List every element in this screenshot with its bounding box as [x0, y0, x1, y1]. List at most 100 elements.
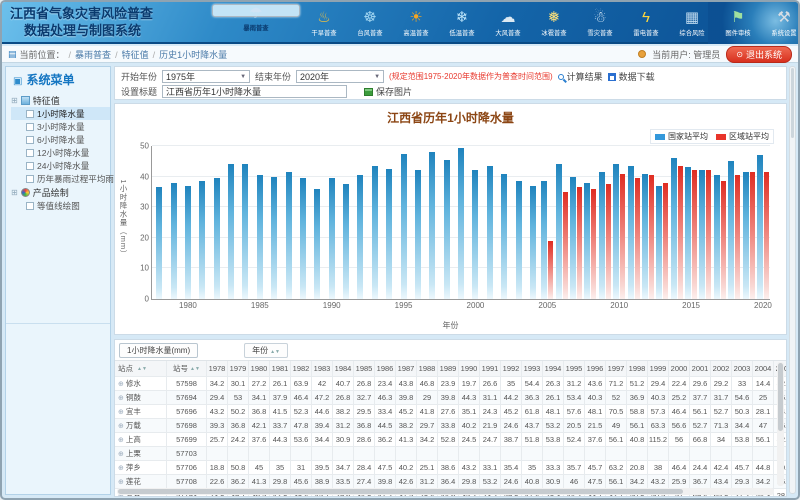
calc-result-button[interactable]: 计算结果	[558, 70, 603, 83]
station-cell[interactable]: ⊕万载	[115, 419, 167, 432]
column-header-year[interactable]: 1999	[648, 361, 669, 376]
breadcrumb-item[interactable]: 暴雨普查	[75, 50, 111, 60]
column-header-year[interactable]: 1983	[312, 361, 333, 376]
toolbar-item-hot[interactable]: ☀高温普查	[394, 4, 438, 42]
expand-icon[interactable]: ⊕	[118, 436, 124, 444]
column-header-year[interactable]: 2002	[711, 361, 732, 376]
tree-item[interactable]: 6小时降水量	[11, 133, 110, 146]
tree-toggle-icon[interactable]: ⊞	[11, 96, 18, 105]
bar-group-2011[interactable]	[626, 146, 640, 299]
bar-group-1996[interactable]	[411, 146, 425, 299]
bar-group-2012[interactable]	[641, 146, 655, 299]
bar-group-2020[interactable]: 2020	[756, 146, 770, 299]
toolbar-item-hail[interactable]: ❅冰雹普查	[532, 4, 576, 42]
expand-icon[interactable]: ⊕	[118, 380, 124, 388]
bar-group-1987[interactable]	[281, 146, 295, 299]
save-image-button[interactable]: 保存图片	[364, 85, 412, 98]
bar-group-2000[interactable]: 2000	[468, 146, 482, 299]
bar-group-1989[interactable]	[310, 146, 324, 299]
expand-icon[interactable]: ⊕	[118, 394, 124, 402]
table-vertical-scrollbar[interactable]	[777, 362, 784, 486]
station-cell[interactable]: ⊕宜丰	[115, 405, 167, 418]
bar-group-1980[interactable]: 1980	[181, 146, 195, 299]
tree-item[interactable]: 1小时降水量	[11, 107, 110, 120]
bar-group-2005[interactable]: 2005	[540, 146, 554, 299]
tree-item[interactable]: 12小时降水量	[11, 146, 110, 159]
column-header-year[interactable]: 1998	[627, 361, 648, 376]
column-header-year[interactable]: 1981	[270, 361, 291, 376]
start-year-select[interactable]: 1975年▼	[162, 70, 250, 83]
bar-group-2007[interactable]	[569, 146, 583, 299]
column-header-year[interactable]: 1980	[249, 361, 270, 376]
tree-item[interactable]: 历年暴雨过程平均雨量	[11, 172, 110, 185]
bar-group-1999[interactable]	[454, 146, 468, 299]
column-header-year[interactable]: 1994	[543, 361, 564, 376]
toolbar-item-lightning[interactable]: ϟ雷电普查	[624, 4, 668, 42]
column-header-station-id[interactable]: 站号▲▼	[167, 361, 207, 376]
column-header-year[interactable]: 1985	[354, 361, 375, 376]
toolbar-item-map[interactable]: ⚑图件审核	[716, 4, 760, 42]
bar-group-1986[interactable]	[267, 146, 281, 299]
column-header-year[interactable]: 1982	[291, 361, 312, 376]
bar-group-2016[interactable]	[698, 146, 712, 299]
column-header-year[interactable]: 2000	[669, 361, 690, 376]
expand-icon[interactable]: ⊕	[118, 478, 124, 486]
column-header-year[interactable]: 1984	[333, 361, 354, 376]
expand-icon[interactable]: ⊕	[118, 408, 124, 416]
bar-group-1998[interactable]	[440, 146, 454, 299]
tree-item[interactable]: 24小时降水量	[11, 159, 110, 172]
column-header-year[interactable]: 2003	[732, 361, 753, 376]
expand-icon[interactable]: ⊕	[118, 422, 124, 430]
toolbar-item-snow[interactable]: ☃雪灾普查	[578, 4, 622, 42]
tree-item[interactable]: 等值线绘图	[11, 199, 110, 212]
column-header-year[interactable]: 1991	[480, 361, 501, 376]
toolbar-item-typhoon[interactable]: ☸台风普查	[348, 4, 392, 42]
tree-group-产品绘制[interactable]: ⊞产品绘制	[11, 185, 110, 199]
data-download-button[interactable]: 数据下载	[608, 70, 655, 83]
bar-group-2013[interactable]	[655, 146, 669, 299]
bar-group-1993[interactable]	[368, 146, 382, 299]
expand-icon[interactable]: ⊕	[118, 464, 124, 472]
bar-group-1990[interactable]: 1990	[325, 146, 339, 299]
bar-group-2003[interactable]	[511, 146, 525, 299]
toolbar-item-rain[interactable]: ☂暴雨普查	[212, 4, 300, 17]
chart-legend[interactable]: 国家站平均区域站平均	[650, 129, 774, 144]
bar-group-1988[interactable]	[296, 146, 310, 299]
bar-group-1992[interactable]	[353, 146, 367, 299]
bar-group-1983[interactable]	[224, 146, 238, 299]
column-header-station[interactable]: 站点▲▼	[115, 361, 167, 376]
column-header-year[interactable]: 1986	[375, 361, 396, 376]
breadcrumb-item[interactable]: 历史1小时降水量	[159, 50, 227, 60]
toolbar-item-cold[interactable]: ❄低温普查	[440, 4, 484, 42]
station-cell[interactable]: ⊕铜鼓	[115, 391, 167, 404]
legend-item[interactable]: 区域站平均	[716, 131, 769, 142]
station-cell[interactable]: ⊕莲花	[115, 475, 167, 488]
bar-group-2015[interactable]: 2015	[684, 146, 698, 299]
main-vertical-scrollbar[interactable]	[789, 66, 796, 494]
bar-group-1995[interactable]: 1995	[396, 146, 410, 299]
tree-item[interactable]: 3小时降水量	[11, 120, 110, 133]
station-cell[interactable]: ⊕修水	[115, 377, 167, 390]
column-header-year[interactable]: 1997	[606, 361, 627, 376]
bar-group-1984[interactable]	[238, 146, 252, 299]
expand-icon[interactable]: ⊕	[118, 450, 124, 458]
toolbar-item-gear[interactable]: ⚒系统设置	[762, 4, 800, 42]
bar-group-1981[interactable]	[195, 146, 209, 299]
station-cell[interactable]: ⊕上高	[115, 433, 167, 446]
column-header-year[interactable]: 1993	[522, 361, 543, 376]
bar-group-2014[interactable]	[670, 146, 684, 299]
column-header-year[interactable]: 2001	[690, 361, 711, 376]
toolbar-item-drought[interactable]: ♨干旱普查	[302, 4, 346, 42]
tree-group-特征值[interactable]: ⊞特征值	[11, 93, 110, 107]
logout-button[interactable]: ⊙ 退出系统	[726, 46, 792, 63]
column-header-year[interactable]: 1988	[417, 361, 438, 376]
bar-group-1991[interactable]	[339, 146, 353, 299]
end-year-select[interactable]: 2020年▼	[296, 70, 384, 83]
bar-group-2004[interactable]	[526, 146, 540, 299]
column-header-year[interactable]: 1990	[459, 361, 480, 376]
bar-group-2019[interactable]	[741, 146, 755, 299]
table-horizontal-scrollbar[interactable]	[117, 488, 774, 495]
breadcrumb-item[interactable]: 特征值	[122, 50, 149, 60]
bar-group-2010[interactable]: 2010	[612, 146, 626, 299]
bar-group-2001[interactable]	[483, 146, 497, 299]
